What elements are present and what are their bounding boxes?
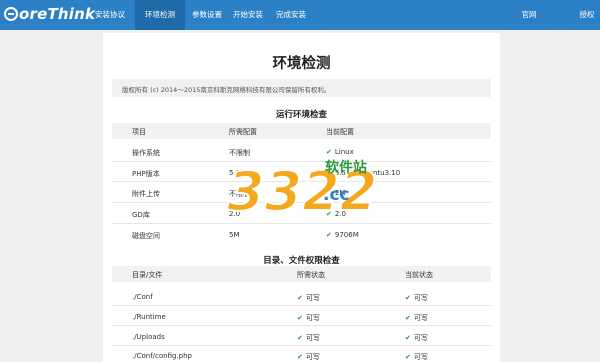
nav-item-license[interactable]: 授权 (577, 0, 597, 30)
dirs-section-title: 目录、文件权限检查 (263, 256, 340, 266)
env-row-item: GD库 (132, 211, 150, 219)
check-icon: ✔ (405, 314, 411, 322)
env-row-required: 5M (229, 231, 240, 239)
dirs-row-path: ./Conf (132, 293, 153, 301)
env-row-item: 磁盘空间 (132, 232, 160, 240)
dirs-row-current: ✔ 可写 (405, 334, 428, 342)
env-row-item: 附件上传 (132, 190, 160, 198)
check-icon: ✔ (405, 294, 411, 302)
dirs-row-required: ✔ 可写 (297, 334, 320, 342)
env-table-header (112, 123, 491, 139)
env-row-item: 操作系统 (132, 149, 160, 157)
logo-e-icon (4, 7, 18, 21)
watermark-logo: 3322 软件站 .cc (226, 159, 375, 222)
watermark-sub: 软件站 (325, 159, 367, 176)
logo-text: oreThink (19, 5, 96, 23)
env-section-title: 运行环境检查 (275, 110, 327, 120)
check-icon: ✔ (297, 353, 303, 361)
dirs-row-current: ✔ 可写 (405, 314, 428, 322)
nav-item-official-site[interactable]: 官网 (518, 0, 540, 30)
page-title: 环境检测 (272, 56, 331, 72)
dirs-row-path: ./Conf/config.php (132, 352, 192, 360)
env-row-item: PHP版本 (132, 170, 160, 178)
dirs-row-current: ✔ 可写 (405, 353, 428, 361)
row-divider (112, 325, 491, 326)
nav-item-agreement[interactable]: 安装协议 (85, 0, 135, 30)
dirs-row-required: ✔ 可写 (297, 353, 320, 361)
logo[interactable]: oreThink (4, 4, 95, 24)
dirs-row-path: ./Runtime (132, 313, 166, 321)
check-icon: ✔ (405, 334, 411, 342)
row-divider (112, 345, 491, 346)
check-icon: ✔ (297, 314, 303, 322)
check-icon: ✔ (326, 231, 332, 239)
row-divider (112, 223, 491, 224)
dirs-row-required: ✔ 可写 (297, 314, 320, 322)
row-divider (112, 305, 491, 306)
dirs-row-required: ✔ 可写 (297, 294, 320, 302)
check-icon: ✔ (297, 334, 303, 342)
copyright-text: 版权所有 (c) 2014～2015南京科斯克网络科技有限公司保留所有权利。 (122, 86, 331, 94)
check-icon: ✔ (297, 294, 303, 302)
dirs-header-current: 当前状态 (405, 271, 433, 279)
nav-item-env-check[interactable]: 环境检测 (135, 0, 185, 30)
dirs-header-required: 所需状态 (297, 271, 325, 279)
env-header-current: 当前配置 (326, 128, 354, 136)
env-header-required: 所需配置 (229, 128, 257, 136)
nav-item-finish-install[interactable]: 完成安装 (267, 0, 315, 30)
check-icon: ✔ (405, 353, 411, 361)
dirs-header-path: 目录/文件 (132, 271, 163, 279)
env-row-current: ✔ 9706M (326, 231, 359, 239)
dirs-row-path: ./Uploads (132, 333, 165, 341)
watermark-cc: .cc (323, 185, 350, 205)
nav-item-params[interactable]: 参数设置 (185, 0, 229, 30)
nav-item-start-install[interactable]: 开始安装 (229, 0, 267, 30)
env-header-item: 项目 (132, 128, 146, 136)
dirs-row-current: ✔ 可写 (405, 294, 428, 302)
